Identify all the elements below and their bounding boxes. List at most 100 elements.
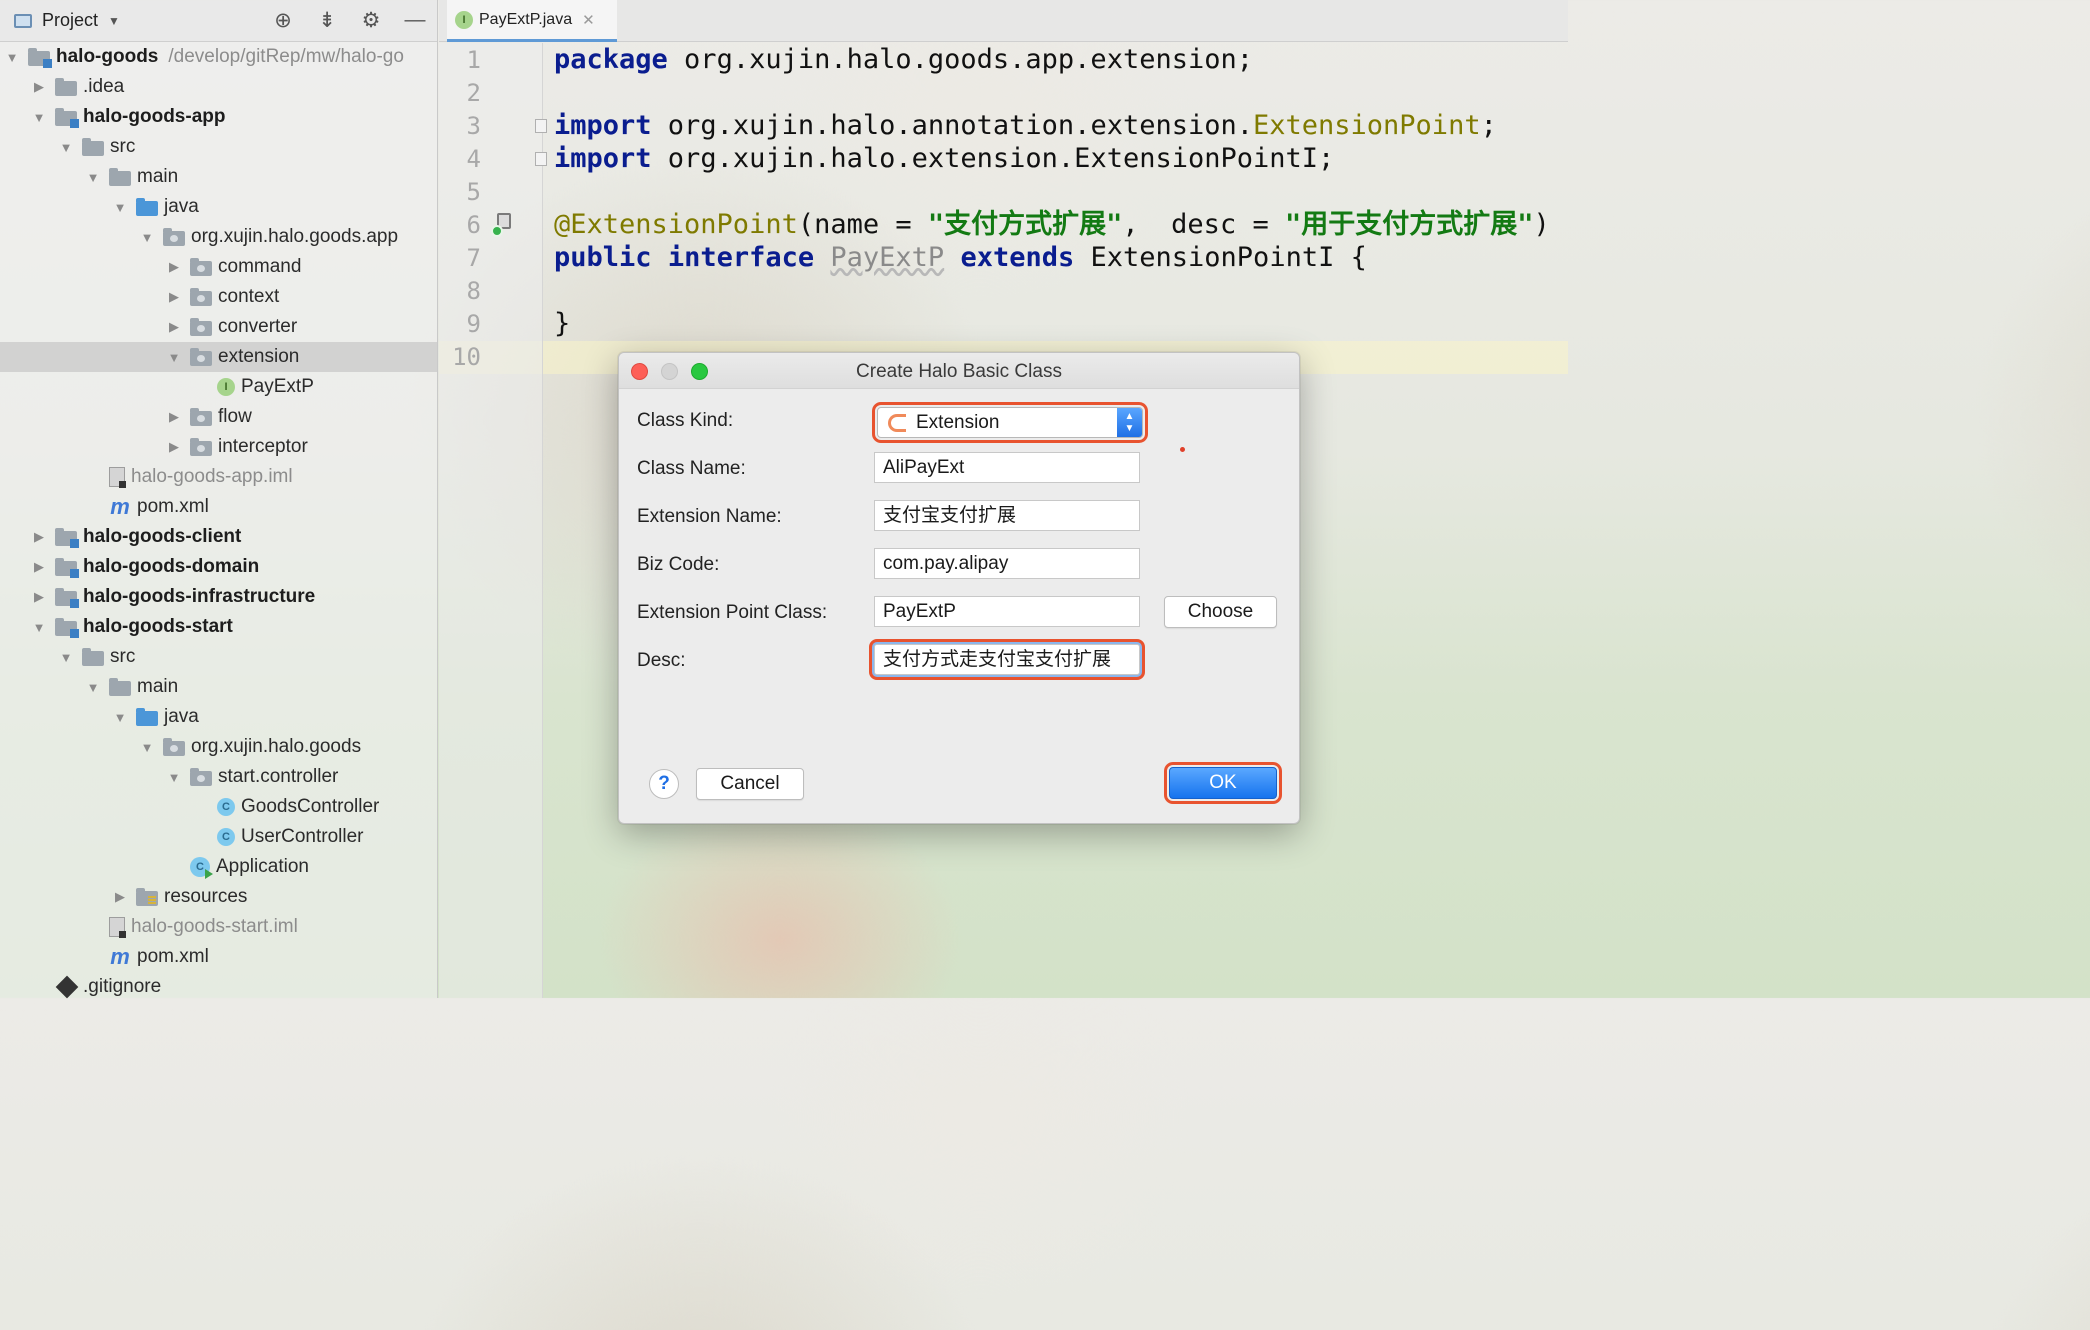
tree-item[interactable]: ▶ flow (0, 402, 438, 432)
chevron-right-icon[interactable]: ▶ (29, 529, 49, 545)
tree-item[interactable]: .gitignore (0, 972, 438, 1002)
tree-item[interactable]: halo-goods-start.iml (0, 912, 438, 942)
chevron-down-icon[interactable]: ▼ (56, 140, 76, 155)
chevron-down-icon[interactable]: ▼ (164, 350, 184, 365)
tree-item[interactable]: ▼ start.controller (0, 762, 438, 792)
tree-item[interactable]: ▼ java (0, 702, 438, 732)
folder-blue-icon (136, 197, 158, 216)
biz-code-input[interactable]: com.pay.alipay (874, 548, 1140, 579)
tree-item[interactable]: ▼ org.xujin.halo.goods (0, 732, 438, 762)
tree-item-label: flow (218, 406, 252, 427)
chevron-right-icon[interactable]: ▶ (164, 289, 184, 305)
chevron-down-icon[interactable]: ▼ (2, 50, 22, 65)
close-icon[interactable]: ✕ (582, 11, 595, 29)
chevron-down-icon[interactable]: ▼ (164, 770, 184, 785)
select-arrows-icon[interactable]: ▲ ▼ (1117, 408, 1142, 437)
tree-item[interactable]: ▶ halo-goods-domain (0, 552, 438, 582)
line-number: 6 (466, 211, 481, 239)
chevron-right-icon[interactable]: ▶ (29, 589, 49, 605)
tree-item[interactable]: C UserController (0, 822, 438, 852)
line-number: 4 (466, 145, 481, 173)
chevron-down-icon[interactable]: ▼ (108, 14, 120, 28)
chevron-down-icon[interactable]: ▼ (137, 230, 157, 245)
class-name-input[interactable]: AliPayExt (874, 452, 1140, 483)
desc-input[interactable]: 支付方式走支付宝支付扩展 (869, 639, 1145, 680)
locate-icon[interactable]: ⊕ (271, 8, 295, 33)
tree-item[interactable]: ▶ .idea (0, 72, 438, 102)
chevron-right-icon[interactable]: ▶ (164, 319, 184, 335)
chevron-down-icon[interactable]: ▼ (83, 680, 103, 695)
ok-button[interactable]: OK (1164, 762, 1282, 804)
chevron-right-icon[interactable]: ▶ (164, 259, 184, 275)
tree-item-label: Application (216, 856, 309, 877)
tree-item[interactable]: m pom.xml (0, 942, 438, 972)
chevron-down-icon[interactable]: ▼ (137, 740, 157, 755)
help-button[interactable]: ? (649, 769, 679, 799)
app-icon: C (190, 857, 213, 879)
module-icon (55, 617, 79, 638)
gear-icon[interactable]: ⚙ (359, 8, 383, 33)
choose-button[interactable]: Choose (1164, 596, 1277, 628)
dialog-titlebar[interactable]: Create Halo Basic Class (619, 353, 1299, 389)
project-view-title[interactable]: Project (42, 10, 98, 31)
mvn-icon: m (110, 944, 130, 969)
tree-item[interactable]: I PayExtP (0, 372, 438, 402)
chevron-right-icon[interactable]: ▶ (110, 889, 130, 905)
tree-item[interactable]: ▼ org.xujin.halo.goods.app (0, 222, 438, 252)
tree-item[interactable]: ▼ main (0, 672, 438, 702)
tree-item[interactable]: ▼ halo-goods-start (0, 612, 438, 642)
tree-item[interactable]: ▼ main (0, 162, 438, 192)
chevron-down-icon[interactable]: ▼ (110, 200, 130, 215)
editor-gutter: 1 2 3 4 5 6 7 8 9 10 (439, 43, 547, 998)
chevron-down-icon[interactable]: ▼ (83, 170, 103, 185)
tree-item[interactable]: ▼ halo-goods/develop/gitRep/mw/halo-go (0, 42, 438, 72)
extension-point-class-input[interactable]: PayExtP (874, 596, 1140, 627)
tree-item[interactable]: C Application (0, 852, 438, 882)
chevron-right-icon[interactable]: ▶ (164, 409, 184, 425)
chevron-right-icon[interactable]: ▶ (29, 79, 49, 95)
tree-item[interactable]: ▶ halo-goods-infrastructure (0, 582, 438, 612)
fold-marker-icon[interactable] (535, 152, 547, 166)
tree-item[interactable]: ▼ java (0, 192, 438, 222)
line-number: 7 (466, 244, 481, 272)
pkg-icon (163, 227, 185, 246)
tree-item[interactable]: halo-goods-app.iml (0, 462, 438, 492)
tree-item[interactable]: ▼ extension (0, 342, 438, 372)
chevron-down-icon[interactable]: ▼ (29, 110, 49, 125)
tree-item[interactable]: ▶ converter (0, 312, 438, 342)
chevron-right-icon[interactable]: ▶ (29, 559, 49, 575)
fold-marker-icon[interactable] (535, 119, 547, 133)
extension-name-input[interactable]: 支付宝支付扩展 (874, 500, 1140, 531)
cancel-button[interactable]: Cancel (696, 768, 804, 800)
collapse-icon[interactable]: ⇟ (315, 8, 339, 33)
chevron-right-icon[interactable]: ▶ (164, 439, 184, 455)
tree-item[interactable]: ▶ resources (0, 882, 438, 912)
implementations-gutter-icon[interactable] (491, 211, 517, 237)
tree-item[interactable]: ▶ halo-goods-client (0, 522, 438, 552)
chevron-down-icon[interactable]: ▼ (110, 710, 130, 725)
tab-label[interactable]: PayExtP.java (479, 11, 572, 29)
project-panel-header[interactable]: Project ▼ ⊕ ⇟ ⚙ — (0, 0, 437, 42)
tab-payextp-java[interactable]: I PayExtP.java ✕ (447, 0, 617, 42)
chevron-down-icon[interactable]: ▼ (29, 620, 49, 635)
tree-item[interactable]: ▼ src (0, 642, 438, 672)
tree-item[interactable]: m pom.xml (0, 492, 438, 522)
code-line-7: public interface PayExtP extends Extensi… (554, 242, 1367, 273)
tree-item-label: halo-goods-start (83, 616, 233, 637)
class-name-label: Class Name: (637, 458, 746, 479)
class-kind-select[interactable]: Extension ▲ ▼ (872, 402, 1148, 443)
pkg-icon (190, 767, 212, 786)
line-number: 5 (466, 178, 481, 206)
tree-item[interactable]: ▶ context (0, 282, 438, 312)
tree-item[interactable]: ▶ command (0, 252, 438, 282)
tree-item-label: converter (218, 316, 298, 337)
tree-item[interactable]: ▼ src (0, 132, 438, 162)
tree-item[interactable]: ▼ halo-goods-app (0, 102, 438, 132)
minimize-icon[interactable]: — (403, 8, 427, 33)
tree-item-label: halo-goods-app.iml (131, 466, 293, 487)
tree-item[interactable]: C GoodsController (0, 792, 438, 822)
tree-item[interactable]: ▶ interceptor (0, 432, 438, 462)
module-icon (28, 47, 52, 68)
pkg-icon (190, 437, 212, 456)
chevron-down-icon[interactable]: ▼ (56, 650, 76, 665)
